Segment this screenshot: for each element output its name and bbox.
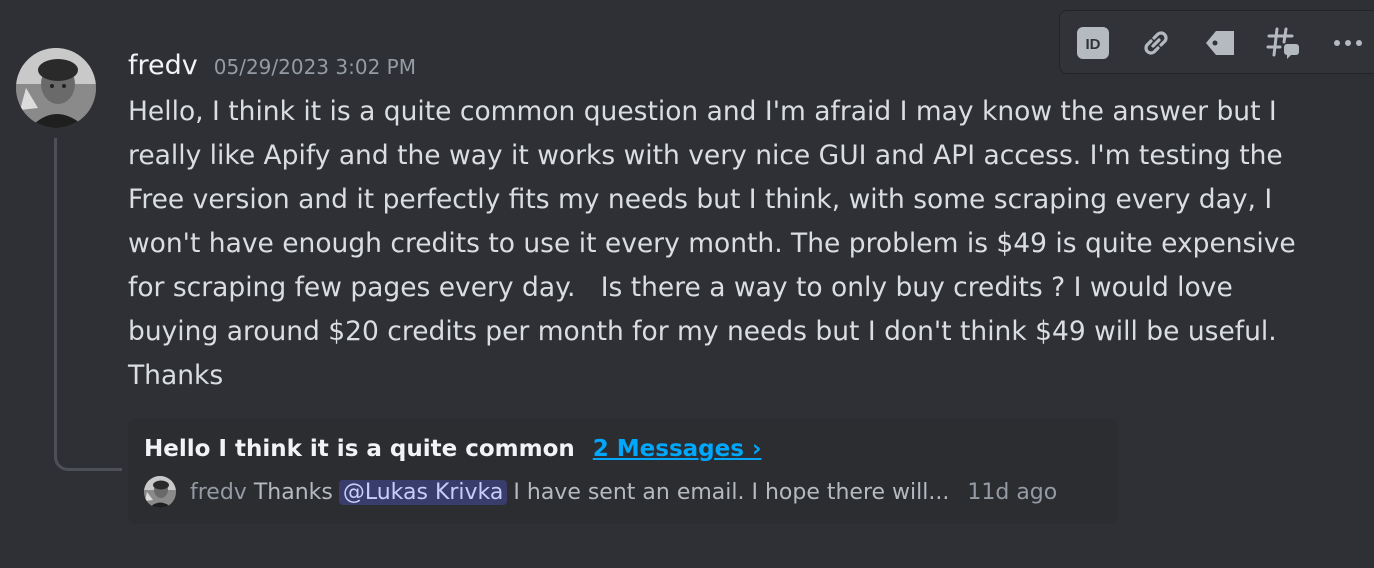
copy-id-button[interactable]: ID (1075, 25, 1111, 61)
username[interactable]: fredv (128, 50, 198, 81)
more-icon (1331, 26, 1365, 60)
preview-username[interactable]: fredv (190, 480, 247, 505)
message-line: Free version and it perfectly fits my ne… (128, 184, 1273, 215)
copy-link-button[interactable] (1138, 25, 1174, 61)
tag-button[interactable] (1202, 25, 1238, 61)
timestamp[interactable]: 05/29/2023 3:02 PM (214, 55, 416, 79)
user-mention[interactable]: @Lukas Krivka (338, 479, 508, 505)
mini-avatar (144, 476, 176, 508)
message-line: buying around $20 credits per month for … (128, 316, 1277, 347)
message-line: for scraping few pages every day. Is the… (128, 272, 1233, 303)
link-icon (1139, 26, 1173, 60)
thread-preview-card[interactable]: Hello I think it is a quite common 2 Mes… (128, 418, 1118, 524)
create-thread-button[interactable] (1266, 25, 1302, 61)
thread-connector (54, 138, 122, 471)
message-line: Hello, I think it is a quite common ques… (128, 96, 1277, 127)
chat-message: fredv 05/29/2023 3:02 PM Hello, I think … (0, 0, 1374, 568)
message-line: won't have enough credits to use it ever… (128, 228, 1296, 259)
message-actions-toolbar: ID (1059, 10, 1374, 74)
tag-icon (1202, 26, 1238, 60)
avatar[interactable] (16, 48, 96, 128)
message-content: Hello, I think it is a quite common ques… (128, 90, 1348, 398)
preview-text: I have sent an email. I hope there will.… (513, 479, 950, 505)
thread-header: Hello I think it is a quite common 2 Mes… (144, 436, 761, 462)
preview-time: 11d ago (967, 479, 1058, 505)
thread-icon (1266, 26, 1302, 60)
preview-text: Thanks (253, 479, 333, 505)
svg-text:ID: ID (1086, 36, 1101, 53)
more-options-button[interactable] (1330, 25, 1366, 61)
thread-name[interactable]: Hello I think it is a quite common (144, 436, 575, 462)
thread-message-count-link[interactable]: 2 Messages › (593, 436, 762, 462)
message-line: Thanks (128, 360, 224, 391)
message-header: fredv 05/29/2023 3:02 PM (128, 50, 416, 90)
message-line: really like Apify and the way it works w… (128, 140, 1283, 171)
id-icon: ID (1076, 26, 1110, 60)
thread-last-message: fredv Thanks @Lukas Krivka I have sent a… (144, 474, 1057, 510)
